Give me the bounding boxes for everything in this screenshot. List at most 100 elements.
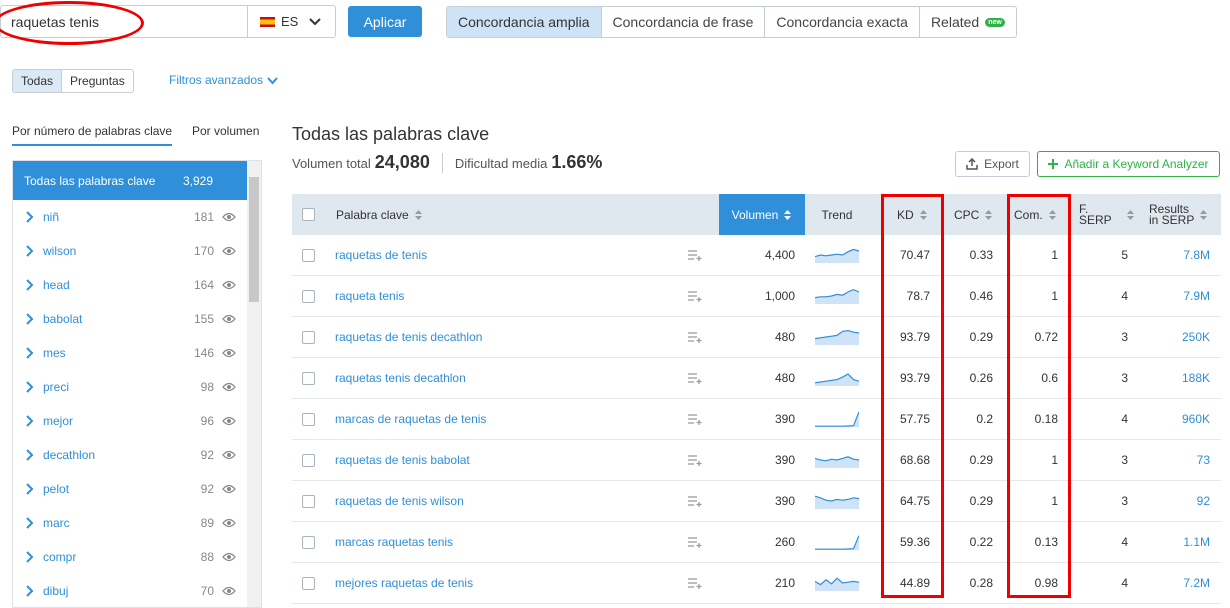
tab-phrase-match[interactable]: Concordancia de frase (602, 7, 766, 37)
keyword-link[interactable]: marcas de raquetas de tenis (335, 399, 486, 439)
scrollbar-thumb[interactable] (249, 177, 259, 302)
row-checkbox[interactable] (302, 330, 315, 344)
export-button[interactable]: Export (955, 151, 1030, 177)
serp-features-value: 4 (1121, 576, 1128, 590)
keyword-link[interactable]: raquetas de tenis decathlon (335, 317, 482, 357)
row-checkbox[interactable] (302, 453, 315, 467)
keyword-link[interactable]: raquetas de tenis wilson (335, 481, 464, 521)
sidebar-group-item[interactable]: compr 88 (13, 540, 247, 574)
results-link[interactable]: 188K (1152, 358, 1210, 398)
col-label: F. SERP (1079, 203, 1112, 226)
add-to-list-icon[interactable] (687, 413, 703, 425)
tab-broad-match[interactable]: Concordancia amplia (447, 7, 602, 37)
add-to-list-icon[interactable] (687, 577, 703, 589)
add-to-keyword-analyzer-button[interactable]: Añadir a Keyword Analyzer (1037, 151, 1220, 177)
add-to-list-icon[interactable] (687, 331, 703, 343)
col-results[interactable]: Results in SERP (1149, 194, 1208, 235)
tab-label: Concordancia de frase (612, 14, 754, 30)
add-to-list-icon[interactable] (687, 249, 703, 261)
add-to-list-icon[interactable] (687, 536, 703, 548)
cpc-value: 0.29 (969, 330, 993, 344)
eye-icon[interactable] (222, 586, 236, 596)
tab-exact-match[interactable]: Concordancia exacta (765, 7, 920, 37)
row-checkbox[interactable] (302, 289, 315, 303)
cpc-value: 0.29 (969, 453, 993, 467)
keyword-link[interactable]: raquetas de tenis babolat (335, 440, 470, 480)
group-label: mes (43, 346, 66, 360)
sidebar-group-item[interactable]: pelot 92 (13, 472, 247, 506)
tab-questions[interactable]: Preguntas (62, 70, 133, 92)
cpc-value: 0.28 (969, 576, 993, 590)
eye-icon[interactable] (222, 552, 236, 562)
results-link[interactable]: 1.1M (1152, 522, 1210, 562)
results-link[interactable]: 960K (1152, 399, 1210, 439)
keyword-link[interactable]: marcas raquetas tenis (335, 522, 453, 562)
results-link[interactable]: 7.9M (1152, 276, 1210, 316)
sidebar-group-item[interactable]: mejor 96 (13, 404, 247, 438)
col-keyword[interactable]: Palabra clave (336, 194, 423, 235)
tab-all[interactable]: Todas (13, 70, 63, 92)
tab-by-volume[interactable]: Por volumen (192, 124, 259, 138)
row-checkbox[interactable] (302, 412, 315, 426)
eye-icon[interactable] (222, 518, 236, 528)
row-checkbox-cell (302, 440, 315, 480)
add-to-list-icon[interactable] (687, 290, 703, 302)
col-trend: Trend (805, 194, 869, 235)
group-count: 98 (200, 380, 214, 394)
select-all-checkbox[interactable] (302, 208, 315, 221)
sidebar-group-item[interactable]: mes 146 (13, 336, 247, 370)
apply-button[interactable]: Aplicar (348, 6, 422, 37)
group-count: 3,929 (182, 173, 213, 188)
row-checkbox[interactable] (302, 576, 315, 590)
sidebar-group-item[interactable]: niñ 181 (13, 200, 247, 234)
sidebar-group-item[interactable]: preci 98 (13, 370, 247, 404)
database-select[interactable]: ES (247, 5, 336, 38)
eye-icon[interactable] (222, 212, 236, 222)
tab-related[interactable]: Related new (920, 7, 1016, 37)
results-link[interactable]: 7.8M (1152, 235, 1210, 275)
row-checkbox[interactable] (302, 535, 315, 549)
eye-icon[interactable] (222, 348, 236, 358)
sidebar-group-item[interactable]: decathlon 92 (13, 438, 247, 472)
eye-icon[interactable] (222, 280, 236, 290)
trend-sparkline (815, 248, 859, 263)
col-volume[interactable]: Volumen (719, 194, 805, 235)
add-to-list-cell (687, 440, 703, 480)
sidebar-group-item[interactable]: dibuj 70 (13, 574, 247, 607)
row-checkbox[interactable] (302, 371, 315, 385)
eye-icon[interactable] (222, 416, 236, 426)
row-checkbox[interactable] (302, 248, 315, 262)
keyword-link[interactable]: raquetas de tenis (335, 235, 427, 275)
volume-value: 4,400 (764, 248, 795, 262)
trend-line (815, 535, 859, 550)
results-link[interactable]: 73 (1152, 440, 1210, 480)
add-to-list-icon[interactable] (687, 495, 703, 507)
eye-icon[interactable] (222, 246, 236, 256)
results-link[interactable]: 250K (1152, 317, 1210, 357)
tab-by-keyword-count[interactable]: Por número de palabras clave (12, 124, 173, 146)
row-checkbox[interactable] (302, 494, 315, 508)
eye-icon[interactable] (222, 450, 236, 460)
eye-icon[interactable] (222, 382, 236, 392)
advanced-filters-toggle[interactable]: Filtros avanzados (169, 73, 278, 87)
eye-icon[interactable] (222, 484, 236, 494)
sidebar-group-item[interactable]: wilson 170 (13, 234, 247, 268)
add-to-list-icon[interactable] (687, 372, 703, 384)
all-keywords-group[interactable]: Todas las palabras clave 3,929 (13, 161, 247, 200)
col-serp-features[interactable]: F. SERP (1079, 194, 1135, 235)
eye-icon[interactable] (222, 314, 236, 324)
sidebar-group-item[interactable]: head 164 (13, 268, 247, 302)
group-label: compr (43, 550, 77, 564)
row-checkbox-cell (302, 399, 315, 439)
trend-sparkline (815, 456, 859, 468)
chevron-right-icon (26, 381, 34, 393)
keyword-link[interactable]: raqueta tenis (335, 276, 404, 316)
sidebar-group-item[interactable]: babolat 155 (13, 302, 247, 336)
keyword-link[interactable]: raquetas tenis decathlon (335, 358, 466, 398)
add-to-list-icon[interactable] (687, 454, 703, 466)
keyword-link[interactable]: mejores raquetas de tenis (335, 563, 473, 603)
results-link[interactable]: 92 (1152, 481, 1210, 521)
results-link[interactable]: 7.2M (1152, 563, 1210, 603)
sidebar-group-item[interactable]: marc 89 (13, 506, 247, 540)
col-cpc[interactable]: CPC (954, 194, 993, 235)
